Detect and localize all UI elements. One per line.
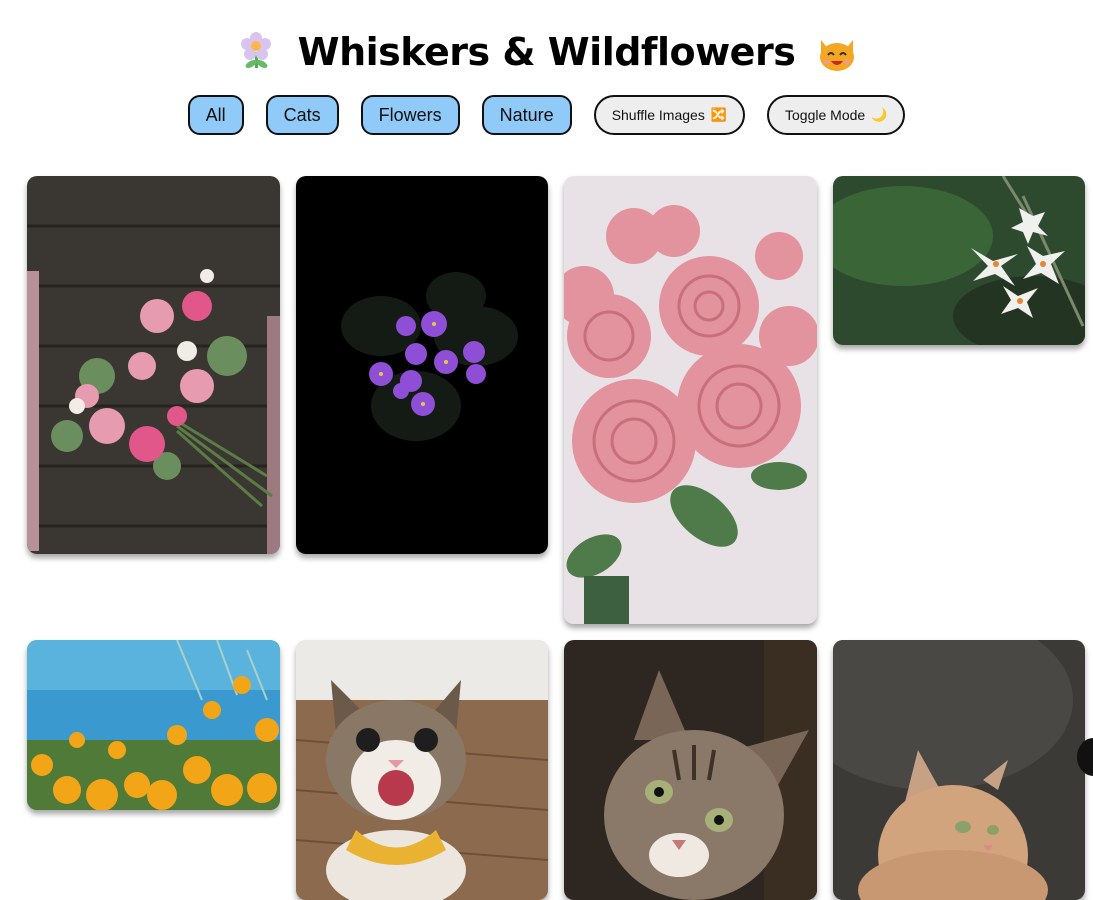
gallery-image-peonies[interactable] xyxy=(564,176,817,624)
moon-icon: 🌙 xyxy=(871,107,888,122)
gallery-image-poppies[interactable] xyxy=(27,640,280,810)
gallery-image-violets[interactable] xyxy=(296,176,548,554)
title-text: Whiskers & Wildflowers xyxy=(297,30,796,74)
filter-flowers-button[interactable]: Flowers xyxy=(360,95,460,135)
gallery-image-white-blossom[interactable] xyxy=(833,176,1085,345)
cat-icon xyxy=(817,30,857,74)
page-title: Whiskers & Wildflowers xyxy=(236,30,858,74)
filter-nature-button[interactable]: Nature xyxy=(481,95,572,135)
gallery-image-bouquet[interactable] xyxy=(27,176,280,554)
gallery-image-happy-cat[interactable] xyxy=(296,640,548,900)
filter-cats-button[interactable]: Cats xyxy=(265,95,339,135)
filter-bar: All Cats Flowers Nature Shuffle Images 🔀… xyxy=(0,95,1093,135)
filter-all-button[interactable]: All xyxy=(187,95,244,135)
shuffle-label: Shuffle Images xyxy=(611,107,705,123)
flower-icon xyxy=(236,30,276,74)
page-header: Whiskers & Wildflowers xyxy=(0,30,1093,78)
shuffle-images-button[interactable]: Shuffle Images 🔀 xyxy=(593,95,746,135)
shuffle-icon: 🔀 xyxy=(710,107,728,122)
gallery-image-tabby-cat[interactable] xyxy=(564,640,817,900)
toggle-label: Toggle Mode xyxy=(785,107,866,123)
gallery-image-ginger-cat[interactable] xyxy=(833,640,1085,900)
toggle-mode-button[interactable]: Toggle Mode 🌙 xyxy=(767,95,906,135)
